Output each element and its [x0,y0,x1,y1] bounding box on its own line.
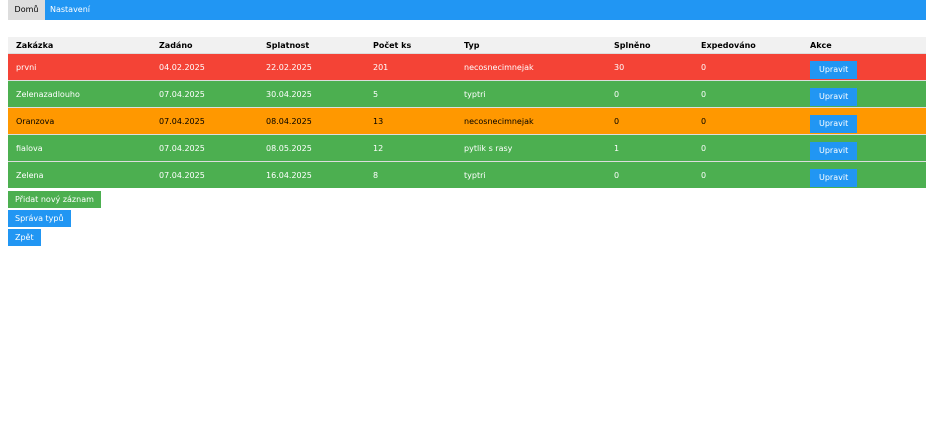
cell-count: 5 [365,80,456,108]
header-count: Počet ks [365,37,456,54]
header-due: Splatnost [258,37,365,54]
cell-order: prvni [8,53,151,81]
cell-assigned: 07.04.2025 [151,107,258,135]
table-row: Oranzova 07.04.2025 08.04.2025 13 necosn… [8,107,926,135]
cell-assigned: 07.04.2025 [151,134,258,162]
cell-actions: Upravit [802,53,926,81]
cell-type: typtri [456,80,606,108]
header-done: Splněno [606,37,693,54]
cell-due: 30.04.2025 [258,80,365,108]
header-type: Typ [456,37,606,54]
cell-done: 0 [606,107,693,135]
header-order: Zakázka [8,37,151,54]
cell-shipped: 0 [693,107,802,135]
cell-type: typtri [456,161,606,188]
back-button[interactable]: Zpět [8,229,41,246]
edit-button[interactable]: Upravit [810,168,858,187]
cell-done: 0 [606,80,693,108]
cell-order: Oranzova [8,107,151,135]
table-header-row: Zakázka Zadáno Splatnost Počet ks Typ Sp… [8,37,926,54]
cell-count: 12 [365,134,456,162]
edit-button[interactable]: Upravit [810,60,858,79]
table-row: Zelenazadlouho 07.04.2025 30.04.2025 5 t… [8,80,926,108]
cell-count: 13 [365,107,456,135]
cell-actions: Upravit [802,107,926,135]
cell-order: fialova [8,134,151,162]
cell-shipped: 0 [693,80,802,108]
table-row: prvni 04.02.2025 22.02.2025 201 necosnec… [8,53,926,81]
cell-type: necosnecimnejak [456,53,606,81]
edit-button[interactable]: Upravit [810,114,858,133]
table-row: Zelena 07.04.2025 16.04.2025 8 typtri 0 … [8,161,926,188]
cell-assigned: 07.04.2025 [151,80,258,108]
cell-assigned: 07.04.2025 [151,161,258,188]
top-navbar: Domů Nastavení [8,0,926,20]
header-shipped: Expedováno [693,37,802,54]
cell-type: necosnecimnejak [456,107,606,135]
cell-count: 201 [365,53,456,81]
cell-due: 22.02.2025 [258,53,365,81]
cell-due: 08.05.2025 [258,134,365,162]
cell-actions: Upravit [802,161,926,188]
cell-actions: Upravit [802,134,926,162]
manage-types-button[interactable]: Správa typů [8,210,71,227]
cell-type: pytlik s rasy [456,134,606,162]
orders-table: Zakázka Zadáno Splatnost Počet ks Typ Sp… [8,37,926,188]
table-row: fialova 07.04.2025 08.05.2025 12 pytlik … [8,134,926,162]
nav-home-link[interactable]: Domů [8,0,45,20]
header-actions: Akce [802,37,926,54]
add-record-button[interactable]: Přidat nový záznam [8,191,101,208]
cell-done: 1 [606,134,693,162]
cell-due: 08.04.2025 [258,107,365,135]
cell-done: 30 [606,53,693,81]
cell-shipped: 0 [693,161,802,188]
cell-order: Zelena [8,161,151,188]
cell-due: 16.04.2025 [258,161,365,188]
edit-button[interactable]: Upravit [810,141,858,160]
edit-button[interactable]: Upravit [810,87,858,106]
cell-count: 8 [365,161,456,188]
nav-settings-link[interactable]: Nastavení [45,0,95,20]
cell-actions: Upravit [802,80,926,108]
header-assigned: Zadáno [151,37,258,54]
cell-shipped: 0 [693,53,802,81]
cell-shipped: 0 [693,134,802,162]
cell-done: 0 [606,161,693,188]
cell-order: Zelenazadlouho [8,80,151,108]
cell-assigned: 04.02.2025 [151,53,258,81]
